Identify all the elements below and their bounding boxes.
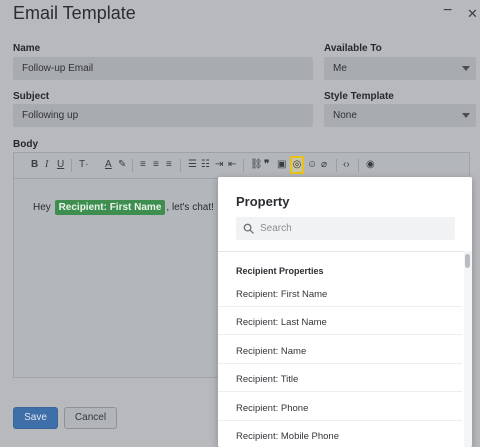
align-right-button[interactable]: ≡ — [166, 159, 172, 171]
body-text-end: , let's chat! — [166, 202, 214, 213]
style-template-select[interactable]: None — [324, 104, 476, 127]
text-color-button[interactable]: A — [105, 159, 112, 171]
outdent-button[interactable]: ⇤ — [228, 159, 236, 171]
property-search-input[interactable]: Search — [236, 217, 455, 240]
subject-label: Subject — [13, 91, 50, 102]
close-icon[interactable]: ✕ — [467, 6, 478, 22]
dialog-title: Email Template — [13, 3, 136, 23]
chevron-down-icon — [462, 113, 470, 118]
bold-button[interactable]: B — [31, 159, 38, 171]
toolbar-divider — [71, 159, 72, 172]
chevron-down-icon — [462, 66, 470, 71]
preview-button[interactable]: ◉ — [366, 159, 375, 171]
property-item[interactable]: Recipient: First Name — [218, 279, 462, 307]
available-to-value: Me — [333, 63, 347, 74]
body-text-start: Hey — [33, 202, 51, 213]
toolbar-divider — [243, 159, 244, 172]
toolbar-divider — [336, 159, 337, 172]
property-item[interactable]: Recipient: Mobile Phone — [218, 421, 462, 447]
code-button[interactable]: ‹› — [343, 159, 350, 171]
toolbar-divider — [132, 159, 133, 172]
save-button[interactable]: Save — [13, 407, 58, 429]
name-label: Name — [13, 43, 41, 54]
numbered-list-button[interactable]: ☷ — [201, 159, 210, 171]
link-button[interactable]: ⛓ — [250, 159, 263, 171]
bulleted-list-button[interactable]: ☰ — [188, 159, 197, 171]
property-item[interactable]: Recipient: Name — [218, 336, 462, 364]
name-input[interactable]: Follow-up Email — [13, 57, 313, 80]
toolbar-divider — [358, 159, 359, 172]
align-center-button[interactable]: ≡ — [153, 159, 159, 171]
minimize-icon[interactable]: − — [443, 2, 452, 20]
quote-button[interactable]: ❞ — [264, 159, 269, 171]
property-item[interactable]: Recipient: Last Name — [218, 307, 462, 335]
image-button[interactable]: ▣ — [277, 159, 286, 171]
attachment-button[interactable]: ⌀ — [321, 159, 327, 171]
italic-button[interactable]: I — [45, 159, 48, 171]
search-placeholder: Search — [260, 223, 292, 234]
property-popover: Property Search Recipient Properties Rec… — [218, 177, 472, 447]
subject-input[interactable]: Following up — [13, 104, 313, 127]
property-item[interactable]: Recipient: Phone — [218, 393, 462, 421]
cancel-button[interactable]: Cancel — [64, 407, 117, 429]
style-template-label: Style Template — [324, 91, 394, 102]
search-icon — [243, 223, 254, 234]
align-left-button[interactable]: ≡ — [140, 159, 146, 171]
emoji-button[interactable]: ☺ — [307, 159, 317, 171]
underline-button[interactable]: U — [57, 159, 64, 171]
popover-divider — [218, 251, 472, 252]
available-to-select[interactable]: Me — [324, 57, 476, 80]
available-to-label: Available To — [324, 43, 382, 54]
recipient-first-name-token[interactable]: Recipient: First Name — [54, 200, 166, 215]
text-size-button[interactable]: T· — [79, 159, 88, 171]
property-item[interactable]: Recipient: Title — [218, 364, 462, 392]
toolbar-divider — [180, 159, 181, 172]
style-template-value: None — [333, 110, 357, 121]
indent-button[interactable]: ⇥ — [215, 159, 223, 171]
popover-scrollbar[interactable] — [464, 251, 472, 447]
scrollbar-thumb[interactable] — [465, 254, 470, 268]
body-label: Body — [13, 139, 38, 150]
popover-title: Property — [236, 194, 290, 209]
recipient-properties-heading: Recipient Properties — [236, 266, 324, 276]
insert-property-button[interactable]: ◎ — [290, 156, 304, 174]
editor-content[interactable]: Hey Recipient: First Name, let's chat! — [33, 200, 214, 215]
highlight-button[interactable]: ✎ — [118, 159, 126, 171]
editor-toolbar: B I U T· A ✎ ≡ ≡ ≡ ☰ ☷ ⇥ ⇤ ⛓ ❞ ▣ ◎ ☺ ⌀ ‹… — [14, 153, 469, 179]
